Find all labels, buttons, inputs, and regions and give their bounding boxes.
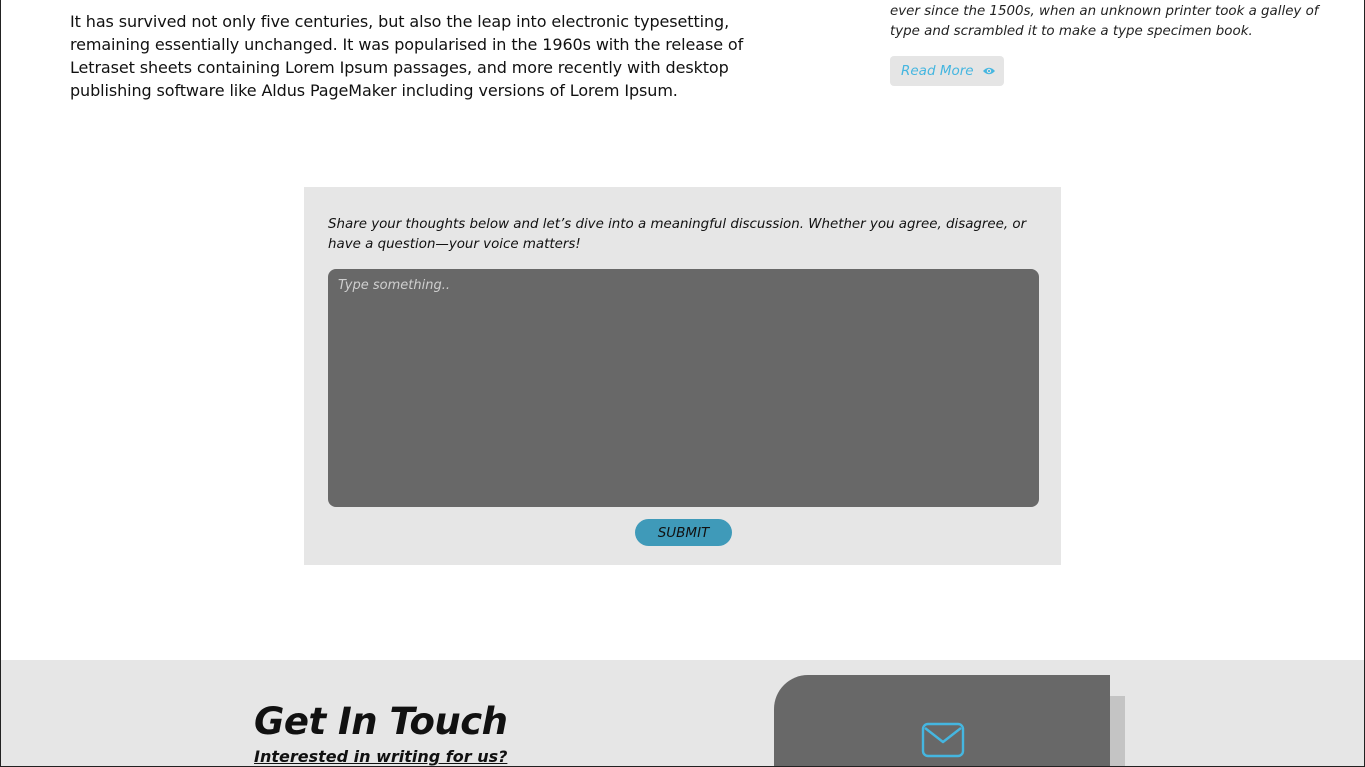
- comment-prompt: Share your thoughts below and let’s dive…: [328, 217, 1027, 252]
- mail-icon[interactable]: [921, 722, 965, 758]
- contact-title: Get In Touch: [254, 700, 508, 743]
- contact-section: Get In Touch Interested in writing for u…: [1, 660, 1364, 766]
- comment-section: Share your thoughts below and let’s dive…: [304, 187, 1061, 565]
- read-more-label: Read More: [901, 63, 974, 79]
- contact-subtitle: Interested in writing for us?: [254, 747, 508, 766]
- contact-card: [774, 675, 1110, 766]
- article-paragraph: It has survived not only five centuries,…: [70, 12, 744, 100]
- side-post-excerpt: ever since the 1500s, when an unknown pr…: [890, 4, 1319, 39]
- eye-icon: [982, 67, 995, 75]
- submit-button[interactable]: SUBMIT: [635, 519, 732, 546]
- read-more-button[interactable]: Read More: [890, 56, 1004, 86]
- comment-textarea[interactable]: [328, 269, 1039, 507]
